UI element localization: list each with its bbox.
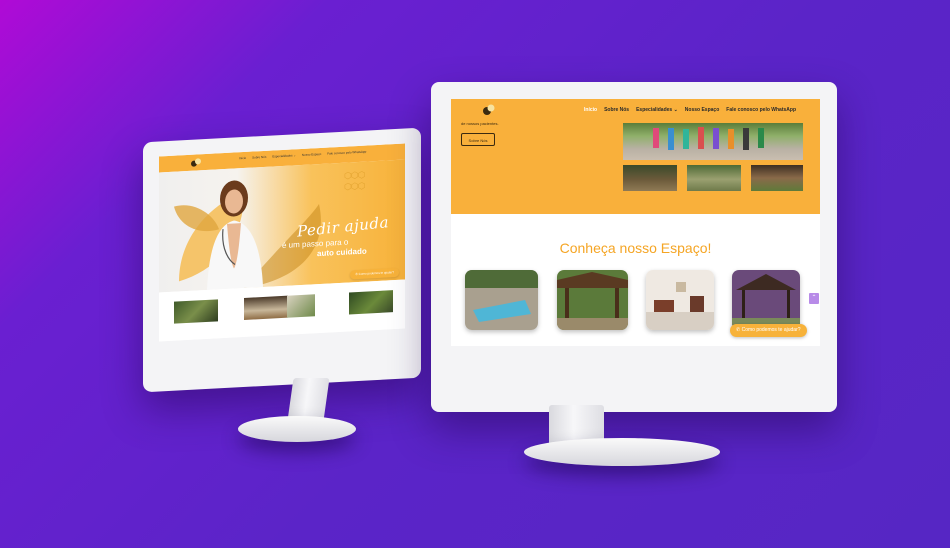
menu-item-sobre-nos[interactable]: Sobre Nós xyxy=(604,107,629,113)
left-site-menu: Início Sobre Nós Especialidades ⌄ Nosso … xyxy=(239,150,366,161)
about-us-button[interactable]: Sobre Nós xyxy=(461,133,495,146)
left-monitor-screen: Início Sobre Nós Especialidades ⌄ Nosso … xyxy=(159,143,405,342)
gallery-thumb[interactable] xyxy=(349,290,393,315)
right-site-menu: Início Sobre Nós Especialidades ⌄ Nosso … xyxy=(584,107,796,113)
space-card-lounge[interactable] xyxy=(646,270,714,330)
menu-item-sobre-nos[interactable]: Sobre Nós xyxy=(252,155,266,160)
menu-item-especialidades[interactable]: Especialidades ⌄ xyxy=(272,153,296,158)
left-monitor-base xyxy=(238,416,356,442)
doctor-photo xyxy=(207,180,263,290)
right-site-top-section: Início Sobre Nós Especialidades ⌄ Nosso … xyxy=(451,99,820,214)
menu-item-inicio[interactable]: Início xyxy=(584,107,597,113)
honeycomb-decoration: ⬡⬡⬡ ⬡⬡⬡ xyxy=(344,169,365,192)
left-monitor: Início Sobre Nós Especialidades ⌄ Nosso … xyxy=(143,127,421,393)
pool-photo xyxy=(465,270,538,330)
menu-item-whatsapp[interactable]: Fale conosco pelo WhatsApp xyxy=(726,107,796,113)
intro-text: de nossos pacientes. xyxy=(461,121,499,126)
space-card-pool[interactable] xyxy=(465,270,538,330)
whatsapp-chat-label: Como podemos te ajudar? xyxy=(358,270,394,276)
team-figures xyxy=(653,127,764,150)
whatsapp-chat-button[interactable]: ✆ Como podemos te ajudar? xyxy=(730,324,807,337)
menu-item-inicio[interactable]: Início xyxy=(239,156,246,160)
space-card-pergola[interactable] xyxy=(557,270,628,330)
right-monitor-base xyxy=(524,438,720,466)
whatsapp-icon: ✆ xyxy=(736,327,741,333)
bee-logo-icon[interactable] xyxy=(481,103,497,117)
menu-item-nosso-espaco[interactable]: Nosso Espaço xyxy=(685,107,719,113)
chevron-up-icon: ⌃ xyxy=(811,295,817,301)
right-monitor: Início Sobre Nós Especialidades ⌄ Nosso … xyxy=(431,82,837,412)
bee-logo-icon[interactable] xyxy=(189,157,203,168)
scroll-to-top-button[interactable]: ⌃ xyxy=(809,293,819,304)
whatsapp-chat-label: Como podemos te ajudar? xyxy=(741,327,801,333)
whatsapp-icon: ✆ xyxy=(355,272,358,277)
space-card-gazebo[interactable] xyxy=(732,270,800,330)
space-thumb[interactable] xyxy=(751,165,803,191)
pergola-photo xyxy=(557,270,628,330)
gazebo-photo xyxy=(732,270,800,330)
lounge-photo xyxy=(646,270,714,330)
gallery-thumb[interactable] xyxy=(244,295,288,320)
menu-item-nosso-espaco[interactable]: Nosso Espaço xyxy=(302,152,321,157)
space-thumb[interactable] xyxy=(623,165,677,191)
menu-item-whatsapp[interactable]: Fale conosco pelo WhatsApp xyxy=(327,150,366,156)
gallery-thumb[interactable] xyxy=(174,299,218,324)
section-heading: Conheça nosso Espaço! xyxy=(559,240,712,256)
menu-item-especialidades[interactable]: Especialidades ⌄ xyxy=(636,107,678,113)
gallery-thumb[interactable] xyxy=(287,294,315,318)
right-monitor-screen: Início Sobre Nós Especialidades ⌄ Nosso … xyxy=(451,99,820,346)
team-photo xyxy=(623,123,803,160)
space-thumb[interactable] xyxy=(687,165,741,191)
